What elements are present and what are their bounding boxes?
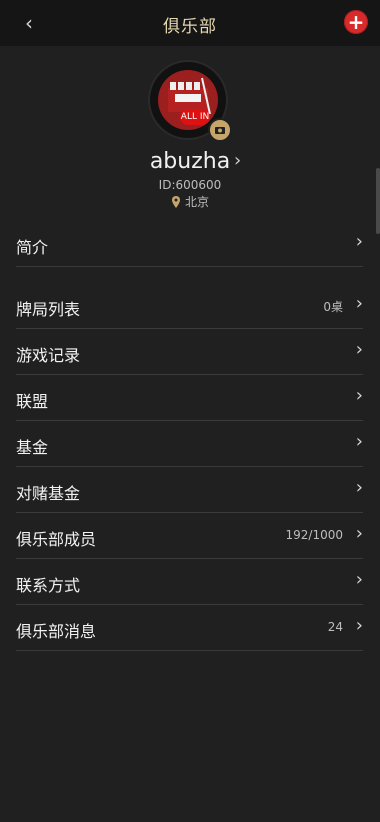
chevron-right-icon: › bbox=[355, 339, 363, 360]
add-button[interactable]: + bbox=[344, 10, 368, 34]
menu-item-members[interactable]: 俱乐部成员 192/1000 › bbox=[16, 514, 363, 559]
menu-item-value: 0桌 bbox=[323, 300, 343, 314]
camera-icon bbox=[215, 127, 225, 134]
menu-item-label: 联盟 bbox=[16, 392, 49, 411]
menu-item-label: 对赌基金 bbox=[16, 484, 81, 503]
page-title: 俱乐部 bbox=[163, 17, 217, 37]
menu-item-value: 192/1000 bbox=[285, 528, 344, 542]
scrollbar[interactable] bbox=[376, 168, 380, 234]
top-bar: ‹ 俱乐部 + bbox=[0, 0, 380, 46]
chevron-right-icon: › bbox=[355, 477, 363, 498]
location-text: 北京 bbox=[185, 195, 210, 209]
chevron-right-icon: › bbox=[355, 523, 363, 544]
menu-item-tables[interactable]: 牌局列表 0桌 › bbox=[16, 284, 363, 329]
avatar-badge: ALL IN bbox=[180, 109, 210, 125]
menu-item-contact[interactable]: 联系方式 › bbox=[16, 560, 363, 605]
club-name[interactable]: abuzha bbox=[0, 149, 380, 174]
menu-item-alliance[interactable]: 联盟 › bbox=[16, 376, 363, 421]
menu-item-label: 联系方式 bbox=[16, 576, 81, 595]
location: 北京 bbox=[171, 193, 209, 210]
plus-icon: + bbox=[347, 10, 365, 34]
chevron-right-icon: › bbox=[355, 569, 363, 590]
chevron-right-icon: › bbox=[355, 385, 363, 406]
menu-item-label: 俱乐部消息 bbox=[16, 622, 97, 641]
club-id: ID:600600 bbox=[158, 178, 222, 192]
menu-item-label: 俱乐部成员 bbox=[16, 530, 97, 549]
chevron-right-icon: › bbox=[355, 231, 363, 252]
chevron-right-icon: › bbox=[355, 431, 363, 452]
chevron-right-icon: › bbox=[355, 293, 363, 314]
location-pin-icon bbox=[172, 195, 180, 208]
menu-item-game-records[interactable]: 游戏记录 › bbox=[16, 330, 363, 375]
menu-item-messages[interactable]: 俱乐部消息 24 › bbox=[16, 606, 363, 651]
menu-item-value: 24 bbox=[327, 620, 343, 634]
menu-item-label: 基金 bbox=[16, 438, 49, 457]
menu-item-label: 牌局列表 bbox=[16, 300, 81, 319]
name-chevron-icon[interactable]: › bbox=[234, 150, 241, 171]
chevron-right-icon: › bbox=[355, 615, 363, 636]
menu-item-label: 游戏记录 bbox=[16, 346, 81, 365]
menu-item-label: 简介 bbox=[16, 238, 49, 257]
menu-item-fund[interactable]: 基金 › bbox=[16, 422, 363, 467]
menu-item-betting-fund[interactable]: 对赌基金 › bbox=[16, 468, 363, 513]
edit-avatar-button[interactable] bbox=[208, 118, 232, 142]
menu-item-intro[interactable]: 简介 › bbox=[16, 222, 363, 267]
